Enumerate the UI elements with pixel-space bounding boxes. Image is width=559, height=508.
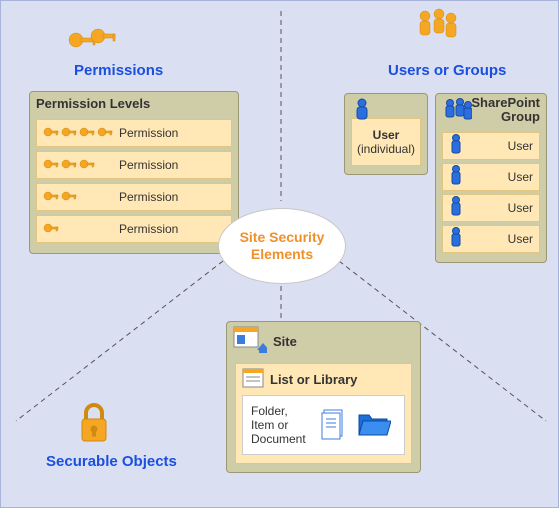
diagram-canvas: Permissions Permission Levels Permission…	[0, 0, 559, 508]
permissions-title: Permissions	[74, 62, 163, 79]
permission-levels-panel: Permission Levels PermissionPermissionPe…	[29, 91, 239, 254]
user-individual-panel: User (individual)	[344, 93, 428, 175]
people-icon	[411, 6, 461, 49]
user-individual-inner: User (individual)	[351, 118, 421, 166]
permission-row: Permission	[36, 183, 232, 211]
site-label: Site	[273, 334, 297, 349]
sharepoint-group-panel: SharePoint Group UserUserUserUser	[435, 93, 547, 263]
permission-label: Permission	[113, 126, 225, 140]
key-icon	[43, 222, 113, 237]
document-icon	[321, 408, 347, 443]
person-icon	[353, 97, 371, 124]
person-icon	[449, 133, 471, 158]
users-groups-title: Users or Groups	[388, 62, 506, 79]
group-user-row: User	[442, 163, 540, 191]
list-library-label: List or Library	[270, 372, 357, 387]
list-icon	[242, 368, 264, 391]
person-icon	[449, 195, 471, 220]
user-label: User	[373, 128, 400, 142]
key-icon	[43, 126, 113, 141]
permission-label: Permission	[113, 158, 225, 172]
center-ellipse: Site Security Elements	[218, 208, 346, 284]
group-user-row: User	[442, 225, 540, 253]
permission-row: Permission	[36, 119, 232, 147]
site-head: Site	[227, 322, 420, 361]
permission-levels-title: Permission Levels	[30, 92, 238, 115]
folder-icon	[357, 409, 391, 442]
group-user-row: User	[442, 194, 540, 222]
key-icon	[43, 190, 113, 205]
folder-item-box: Folder, Item or Document	[242, 395, 405, 455]
group-user-row: User	[442, 132, 540, 160]
group-user-label: User	[471, 232, 533, 246]
person-icon	[449, 226, 471, 251]
site-panel: Site List or Library Folder, Item or Doc…	[226, 321, 421, 473]
group-user-label: User	[471, 170, 533, 184]
list-library-box: List or Library Folder, Item or Document	[235, 363, 412, 464]
folder-label: Folder, Item or Document	[251, 404, 311, 446]
group-icon	[442, 97, 472, 124]
permission-label: Permission	[113, 222, 225, 236]
permission-label: Permission	[113, 190, 225, 204]
key-icon	[43, 158, 113, 173]
site-icon	[233, 326, 267, 357]
permission-row: Permission	[36, 215, 232, 243]
lock-icon	[76, 401, 112, 448]
center-label: Site Security Elements	[219, 229, 345, 263]
group-user-label: User	[471, 201, 533, 215]
permission-row: Permission	[36, 151, 232, 179]
person-icon	[449, 164, 471, 189]
user-subtitle: (individual)	[357, 142, 415, 156]
keys-icon	[66, 26, 116, 57]
securable-objects-title: Securable Objects	[46, 453, 177, 470]
group-user-label: User	[471, 139, 533, 153]
permission-rows: Permission Permission Permission Permission	[30, 119, 238, 253]
group-rows: User User User User	[436, 132, 546, 262]
